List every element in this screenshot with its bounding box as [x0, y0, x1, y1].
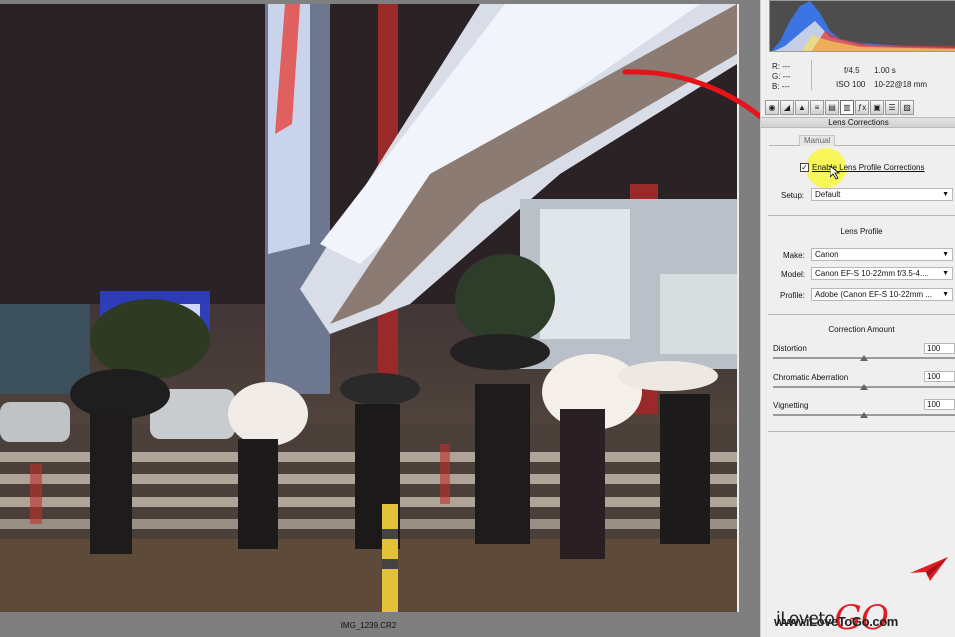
setup-label: Setup:	[781, 191, 805, 200]
profile-label: Profile:	[780, 291, 805, 300]
chromatic-aberration-value[interactable]: 100	[924, 371, 955, 382]
panel-controls: ✓ Enable Lens Profile Corrections Setup:…	[760, 0, 955, 637]
vignetting-slider-thumb[interactable]	[860, 412, 868, 419]
distortion-slider-thumb[interactable]	[860, 355, 868, 362]
model-label: Model:	[781, 270, 806, 279]
vignetting-value[interactable]: 100	[924, 399, 955, 410]
make-select[interactable]: Canon ▼	[811, 248, 953, 261]
model-select[interactable]: Canon EF-S 10-22mm f/3.5-4.... ▼	[811, 267, 953, 280]
chevron-down-icon: ▼	[942, 291, 949, 298]
distortion-value[interactable]: 100	[924, 343, 955, 354]
chromatic-aberration-slider-thumb[interactable]	[860, 384, 868, 391]
chevron-down-icon: ▼	[942, 270, 949, 277]
profile-select[interactable]: Adobe (Canon EF-S 10-22mm ... ▼	[811, 288, 953, 301]
enable-profile-label[interactable]: Enable Lens Profile Corrections	[812, 163, 925, 172]
chromatic-aberration-label: Chromatic Aberration	[773, 373, 849, 382]
section-divider	[768, 314, 955, 315]
make-value: Canon	[815, 250, 839, 259]
chevron-down-icon: ▼	[942, 251, 949, 258]
model-value: Canon EF-S 10-22mm f/3.5-4....	[815, 269, 929, 278]
make-label: Make:	[783, 251, 805, 260]
profile-value: Adobe (Canon EF-S 10-22mm ...	[815, 290, 932, 299]
filename-label: IMG_1239.CR2	[340, 621, 397, 630]
setup-value: Default	[815, 190, 841, 199]
lens-profile-heading: Lens Profile	[840, 227, 883, 236]
logo-url: www.iLoveToGo.com	[774, 614, 898, 629]
vignetting-label: Vignetting	[773, 401, 809, 410]
section-divider	[768, 215, 955, 216]
paper-plane-icon	[910, 557, 948, 581]
chevron-down-icon: ▼	[942, 191, 949, 198]
iloveto-go-logo: iLovetoGO www.iLoveToGo.com	[770, 555, 955, 637]
distortion-label: Distortion	[773, 344, 807, 353]
mouse-cursor-icon	[830, 166, 840, 180]
section-divider	[768, 431, 955, 432]
correction-amount-heading: Correction Amount	[828, 325, 895, 334]
setup-select[interactable]: Default ▼	[811, 188, 953, 201]
enable-profile-checkbox[interactable]: ✓	[800, 163, 809, 172]
